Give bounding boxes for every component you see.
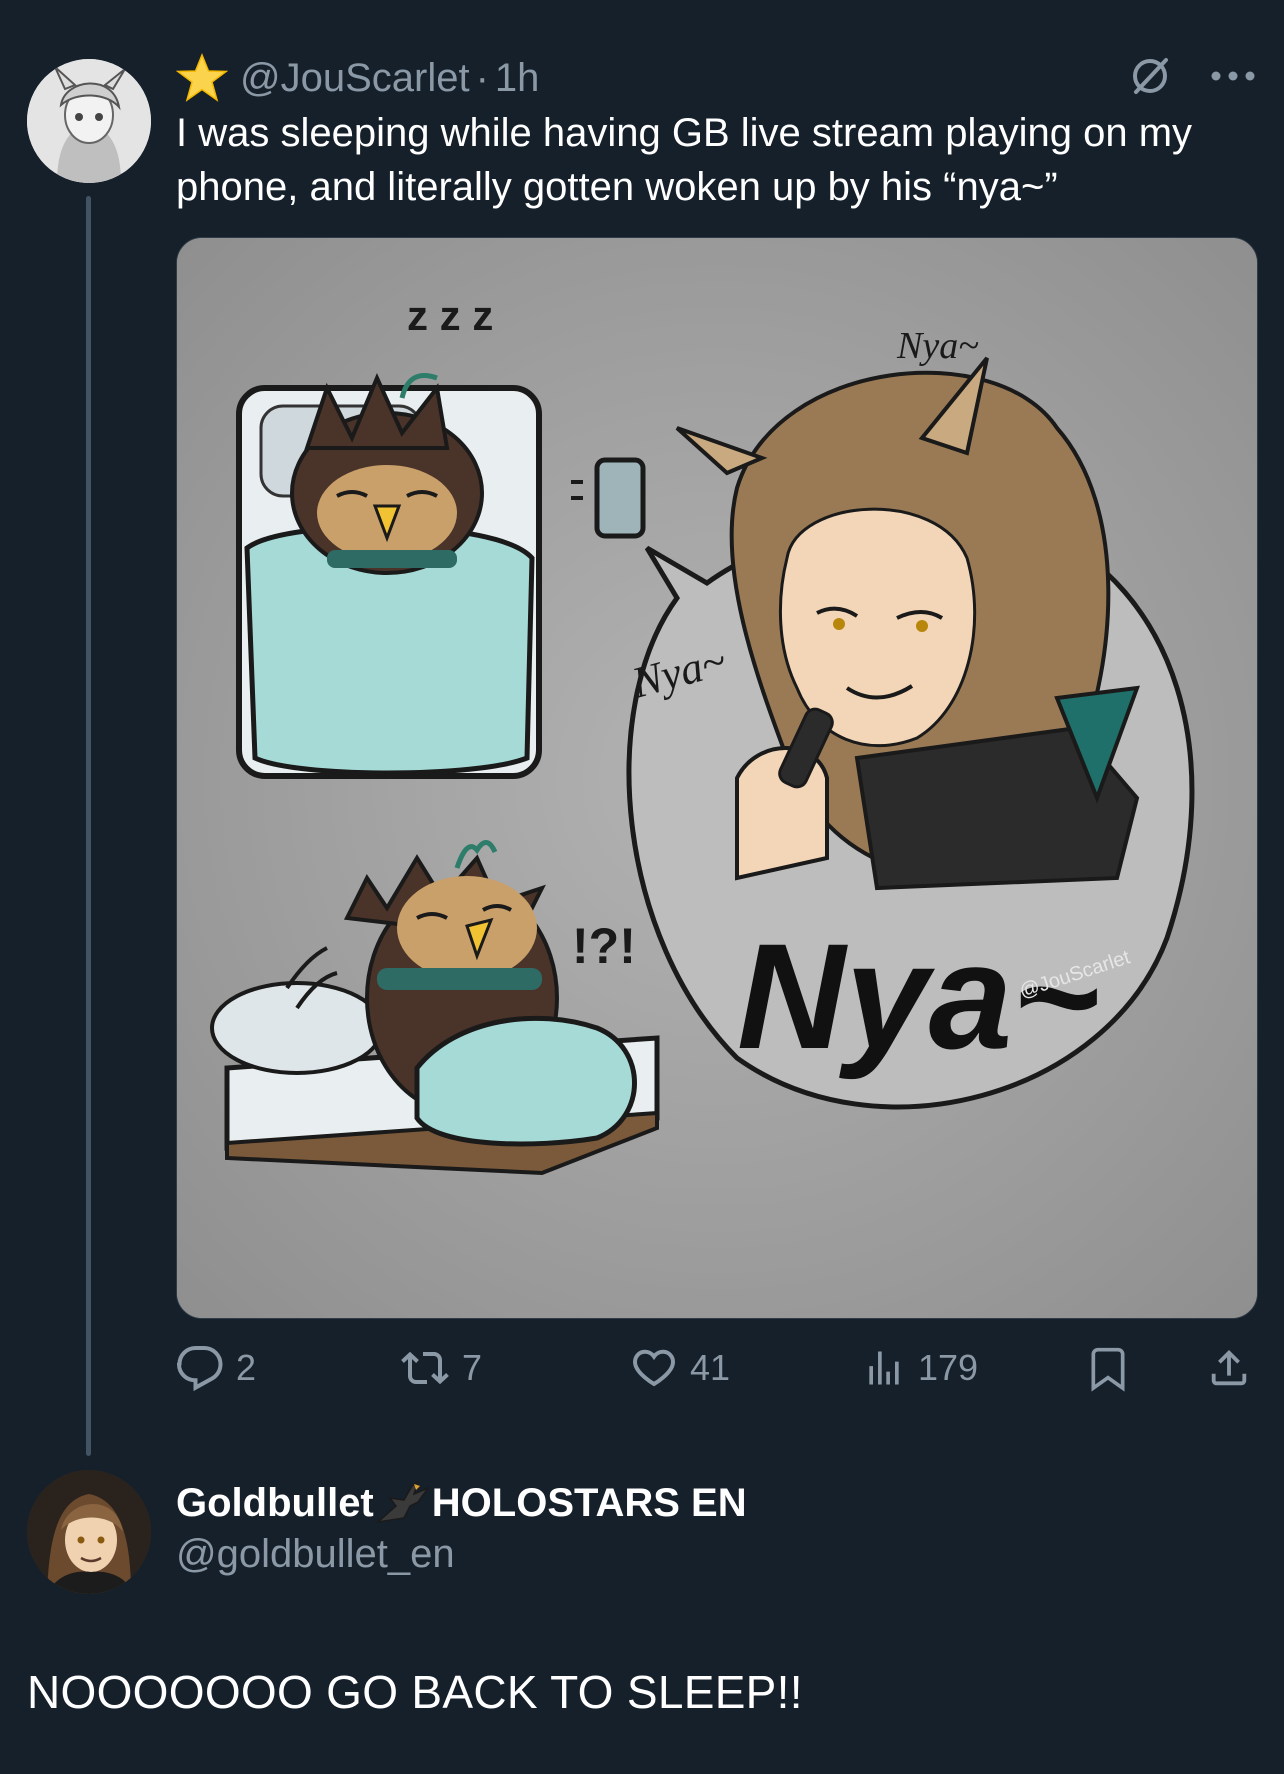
heart-icon [632,1349,676,1387]
post-time[interactable]: 1h [495,56,540,101]
reply-handle[interactable]: @goldbullet_en [176,1532,455,1577]
separator-dot: · [475,55,489,100]
reply-icon [176,1346,223,1392]
bookmark-icon [1091,1347,1125,1392]
author-handle[interactable]: @JouScarlet [240,56,470,101]
zzz-text: z z z [407,292,493,339]
repost-icon [401,1351,449,1385]
grok-icon[interactable] [1128,54,1172,98]
views-button[interactable]: 179 [862,1338,978,1398]
star-icon [176,53,228,102]
avatar-illustration [27,1470,151,1594]
nya-small-text-top: Nya~ [896,325,979,367]
like-button[interactable]: 41 [630,1338,730,1398]
share-icon [1211,1349,1247,1386]
surprise-marks-text: !?! [572,918,636,974]
reply-count: 2 [236,1347,257,1388]
tweet-action-bar: 2 7 41 179 [176,1338,1256,1398]
reply-text: NOOOOOOO GO BACK TO SLEEP!! [27,1666,803,1718]
repost-button[interactable]: 7 [400,1338,482,1398]
fanart-illustration: z z z !?! Nya~ Nya~ Nya~ @JouScarlet [177,238,1257,1318]
views-count: 179 [918,1347,979,1388]
tweet-text: I was sleeping while having GB live stre… [176,111,1193,209]
tweet-header-actions [1128,54,1256,98]
tweet-image[interactable]: z z z !?! Nya~ Nya~ Nya~ @JouScarlet [176,237,1258,1319]
reply-button[interactable]: 2 [176,1338,256,1398]
reply-display-name[interactable]: Goldbullet HOLOSTARS EN [176,1478,747,1528]
sleeping-owl-bed [236,372,542,779]
author-avatar[interactable] [27,59,151,183]
bookmark-button[interactable] [1086,1338,1130,1398]
tweet-header: @JouScarlet · 1h [176,50,539,106]
more-icon[interactable] [1210,70,1256,82]
nya-big-text: Nya~ [737,912,1100,1080]
thread-connector [86,196,91,1456]
reply-name-part2: HOLOSTARS EN [431,1480,747,1525]
avatar-illustration [27,59,151,183]
reply-name-part1: Goldbullet [176,1480,374,1525]
reply-author-avatar[interactable] [27,1470,151,1594]
like-count: 41 [690,1347,731,1388]
analytics-icon [869,1351,899,1385]
repost-count: 7 [462,1347,483,1388]
eagle-icon [375,1480,430,1524]
share-button[interactable] [1206,1338,1252,1398]
